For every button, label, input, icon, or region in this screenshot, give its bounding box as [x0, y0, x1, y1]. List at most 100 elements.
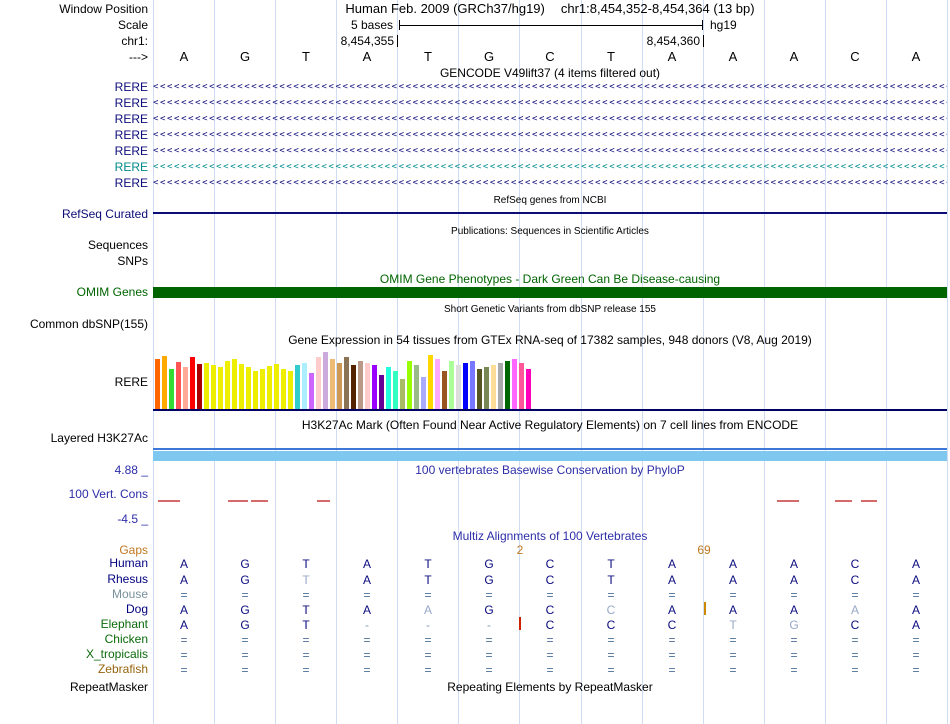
publications-sequences-label[interactable]: Sequences [0, 239, 148, 252]
gtex-bar[interactable] [442, 371, 447, 409]
gene-line-rere-2[interactable]: <<<<<<<<<<<<<<<<<<<<<<<<<<<<<<<<<<<<<<<<… [153, 97, 947, 110]
phylop-track-label[interactable]: 100 Vert. Cons [0, 488, 148, 501]
gtex-bar[interactable] [512, 359, 517, 409]
h3k27ac-signal-band[interactable] [153, 451, 947, 461]
repeatmasker-track-title[interactable]: Repeating Elements by RepeatMasker [153, 681, 947, 694]
gene-line-rere-5[interactable]: <<<<<<<<<<<<<<<<<<<<<<<<<<<<<<<<<<<<<<<<… [153, 145, 947, 158]
align-base: = [912, 588, 920, 602]
gtex-bar[interactable] [218, 367, 223, 409]
gtex-bar[interactable] [239, 364, 244, 409]
gtex-bar[interactable] [344, 357, 349, 409]
gene-label-rere-7[interactable]: RERE [0, 177, 148, 190]
gtex-bar[interactable] [267, 366, 272, 409]
align-base: = [485, 648, 493, 662]
gtex-bar[interactable] [197, 364, 202, 409]
gtex-bar[interactable] [337, 363, 342, 409]
h3k27ac-label[interactable]: Layered H3K27Ac [0, 432, 148, 445]
dbsnp-track-title[interactable]: Short Genetic Variants from dbSNP releas… [153, 304, 947, 315]
gtex-bar[interactable] [498, 363, 503, 409]
gtex-bar[interactable] [372, 365, 377, 409]
gtex-bar[interactable] [211, 365, 216, 409]
gene-line-rere-6[interactable]: <<<<<<<<<<<<<<<<<<<<<<<<<<<<<<<<<<<<<<<<… [153, 161, 947, 174]
gtex-bar[interactable] [288, 371, 293, 409]
gtex-bar[interactable] [449, 361, 454, 409]
gene-label-rere-4[interactable]: RERE [0, 129, 148, 142]
gtex-bar[interactable] [309, 373, 314, 409]
gtex-bar[interactable] [155, 359, 160, 409]
gtex-bar[interactable] [477, 369, 482, 409]
align-base: = [485, 588, 493, 602]
dbsnp-common-label[interactable]: Common dbSNP(155) [0, 318, 148, 331]
gene-label-rere-1[interactable]: RERE [0, 81, 148, 94]
publications-snps-label[interactable]: SNPs [0, 255, 148, 268]
gtex-bar[interactable] [526, 369, 531, 409]
gtex-bar[interactable] [470, 361, 475, 409]
gtex-bar[interactable] [505, 361, 510, 409]
gtex-bar[interactable] [484, 367, 489, 409]
align-base: A [911, 573, 921, 587]
gtex-bar[interactable] [176, 362, 181, 409]
multiz-track-title[interactable]: Multiz Alignments of 100 Vertebrates [153, 530, 947, 543]
gtex-bar[interactable] [253, 371, 258, 409]
gtex-gene-label[interactable]: RERE [0, 376, 148, 389]
gtex-bar[interactable] [246, 367, 251, 409]
gene-line-rere-1[interactable]: <<<<<<<<<<<<<<<<<<<<<<<<<<<<<<<<<<<<<<<<… [153, 81, 947, 94]
gene-label-rere-2[interactable]: RERE [0, 97, 148, 110]
refseq-gene-line[interactable] [153, 212, 947, 214]
gtex-bar[interactable] [351, 365, 356, 409]
gtex-bar[interactable] [463, 363, 468, 409]
repeatmasker-label[interactable]: RepeatMasker [0, 681, 148, 694]
h3k27ac-track-title[interactable]: H3K27Ac Mark (Often Found Near Active Re… [153, 419, 947, 432]
phylop-negative-dash [228, 500, 248, 502]
gtex-bar[interactable] [365, 363, 370, 409]
gtex-bar[interactable] [190, 357, 195, 409]
gtex-bar[interactable] [435, 359, 440, 409]
omim-genes-label[interactable]: OMIM Genes [0, 286, 148, 299]
gtex-bar[interactable] [260, 369, 265, 409]
refseq-curated-label[interactable]: RefSeq Curated [0, 208, 148, 221]
gene-label-rere-5[interactable]: RERE [0, 145, 148, 158]
gtex-bar[interactable] [379, 375, 384, 409]
gtex-bar[interactable] [330, 359, 335, 409]
gtex-bar[interactable] [386, 367, 391, 409]
gtex-bar[interactable] [316, 357, 321, 409]
gtex-bar[interactable] [281, 369, 286, 409]
gtex-bar[interactable] [407, 361, 412, 409]
gene-line-rere-3[interactable]: <<<<<<<<<<<<<<<<<<<<<<<<<<<<<<<<<<<<<<<<… [153, 113, 947, 126]
publications-track-title[interactable]: Publications: Sequences in Scientific Ar… [153, 226, 947, 237]
gtex-bar[interactable] [274, 364, 279, 409]
gtex-bar[interactable] [428, 355, 433, 409]
gene-line-rere-4[interactable]: <<<<<<<<<<<<<<<<<<<<<<<<<<<<<<<<<<<<<<<<… [153, 129, 947, 142]
gtex-bar[interactable] [302, 363, 307, 409]
gtex-bar[interactable] [323, 352, 328, 409]
gene-label-rere-6[interactable]: RERE [0, 161, 148, 174]
h3k27ac-signal-line[interactable] [153, 448, 947, 450]
refseq-track-title[interactable]: RefSeq genes from NCBI [153, 195, 947, 206]
gtex-bar[interactable] [204, 363, 209, 409]
gtex-bar[interactable] [491, 365, 496, 409]
gtex-bar[interactable] [295, 365, 300, 409]
omim-gene-bar[interactable] [153, 287, 947, 298]
gtex-bar[interactable] [358, 361, 363, 409]
gtex-bar[interactable] [456, 365, 461, 409]
gtex-bar[interactable] [162, 356, 167, 409]
gene-label-rere-3[interactable]: RERE [0, 113, 148, 126]
gtex-bar[interactable] [183, 367, 188, 409]
align-base: A [667, 557, 677, 571]
gtex-bar[interactable] [421, 377, 426, 409]
gtex-bar[interactable] [414, 365, 419, 409]
phylop-track-title[interactable]: 100 vertebrates Basewise Conservation by… [153, 464, 947, 477]
gencode-track-title[interactable]: GENCODE V49lift37 (4 items filtered out) [153, 67, 947, 80]
gtex-bar[interactable] [400, 379, 405, 409]
gtex-bars[interactable] [153, 351, 947, 409]
gtex-bar[interactable] [519, 363, 524, 409]
omim-track-title[interactable]: OMIM Gene Phenotypes - Dark Green Can Be… [153, 273, 947, 286]
gtex-track-title[interactable]: Gene Expression in 54 tissues from GTEx … [153, 334, 947, 347]
gene-line-rere-7[interactable]: <<<<<<<<<<<<<<<<<<<<<<<<<<<<<<<<<<<<<<<<… [153, 177, 947, 190]
gtex-bar[interactable] [393, 371, 398, 409]
align-base: A [911, 618, 921, 632]
gtex-bar[interactable] [232, 359, 237, 409]
gtex-bar[interactable] [225, 361, 230, 409]
gtex-bar[interactable] [169, 369, 174, 409]
align-base: = [851, 648, 859, 662]
